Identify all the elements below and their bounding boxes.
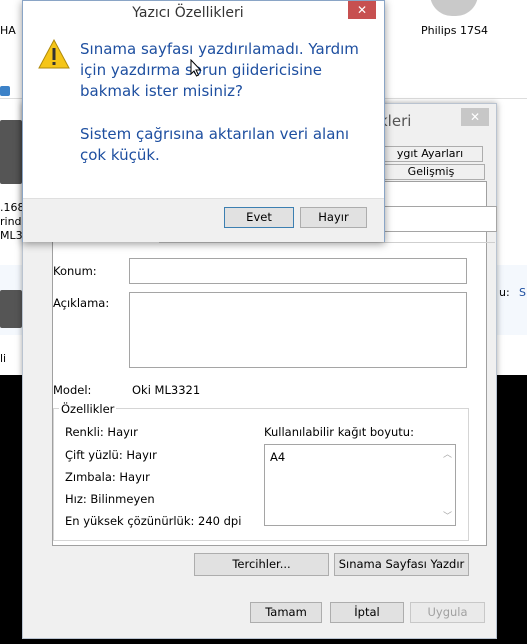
paper-size-label: Kullanılabilir kağıt boyutu: xyxy=(264,425,414,439)
title-bar: Yazıcı Özellikleri ✕ xyxy=(23,1,384,25)
device-label: HA xyxy=(0,24,16,37)
feature-staple: Zımbala: Hayır xyxy=(65,470,150,484)
tab-advanced[interactable]: Gelişmiş xyxy=(377,164,485,180)
ok-button[interactable]: Tamam xyxy=(250,602,322,623)
comment-textarea[interactable] xyxy=(129,292,467,368)
feature-resolution: En yüksek çözünürlük: 240 dpi xyxy=(65,514,242,528)
comment-label: Açıklama: xyxy=(53,296,110,310)
close-button[interactable]: ✕ xyxy=(461,108,489,126)
detail-label: u: xyxy=(499,286,510,299)
device-label-monitor[interactable]: Philips 17S4 xyxy=(421,24,488,37)
list-item[interactable]: A4 xyxy=(270,450,285,464)
location-label: Konum: xyxy=(53,264,97,278)
preferences-button[interactable]: Tercihler... xyxy=(194,553,329,576)
dialog-footer: Evet Hayır xyxy=(23,198,384,242)
printer-icon[interactable] xyxy=(0,120,22,184)
divider xyxy=(159,242,495,243)
mouse-cursor-icon xyxy=(190,59,202,77)
yes-button[interactable]: Evet xyxy=(224,207,294,228)
warning-icon xyxy=(38,39,70,69)
no-button[interactable]: Hayır xyxy=(300,207,367,228)
feature-speed: Hız: Bilinmeyen xyxy=(65,492,155,506)
features-heading: Özellikler xyxy=(59,402,117,416)
printer-label[interactable]: rind xyxy=(0,215,22,228)
location-input[interactable] xyxy=(129,258,467,284)
printer-label[interactable]: .168 xyxy=(0,201,25,214)
error-message: Sınama sayfası yazdırılamadı. Yardım içi… xyxy=(80,40,359,100)
model-label: Model: xyxy=(53,383,92,397)
print-test-page-button[interactable]: Sınama Sayfası Yazdır xyxy=(334,553,469,576)
feature-duplex: Çift yüzlü: Hayır xyxy=(65,448,157,462)
apply-button: Uygula xyxy=(410,602,485,623)
close-button[interactable]: ✕ xyxy=(348,1,376,19)
detail-label: S xyxy=(519,286,526,299)
printer-icon[interactable] xyxy=(0,290,22,328)
error-detail: Sistem çağrısına aktarılan veri alanı ço… xyxy=(80,125,350,164)
scroll-down-icon[interactable]: ﹀ xyxy=(443,509,452,522)
model-value: Oki ML3321 xyxy=(132,383,201,397)
error-alert-dialog: Yazıcı Özellikleri ✕ Sınama sayfası yazd… xyxy=(22,0,385,242)
tab-device-settings[interactable]: ygıt Ayarları xyxy=(377,146,483,162)
device-icon-blue xyxy=(0,86,10,96)
cancel-button[interactable]: İptal xyxy=(330,602,404,623)
paper-size-list[interactable]: A4 ︿ ﹀ xyxy=(264,444,456,526)
dialog-title: Yazıcı Özellikleri xyxy=(132,5,244,21)
scroll-up-icon[interactable]: ︿ xyxy=(443,447,452,460)
scrollbar[interactable]: ︿ ﹀ xyxy=(439,445,455,525)
device-label[interactable]: li xyxy=(0,352,6,365)
feature-color: Renkli: Hayır xyxy=(65,425,138,439)
